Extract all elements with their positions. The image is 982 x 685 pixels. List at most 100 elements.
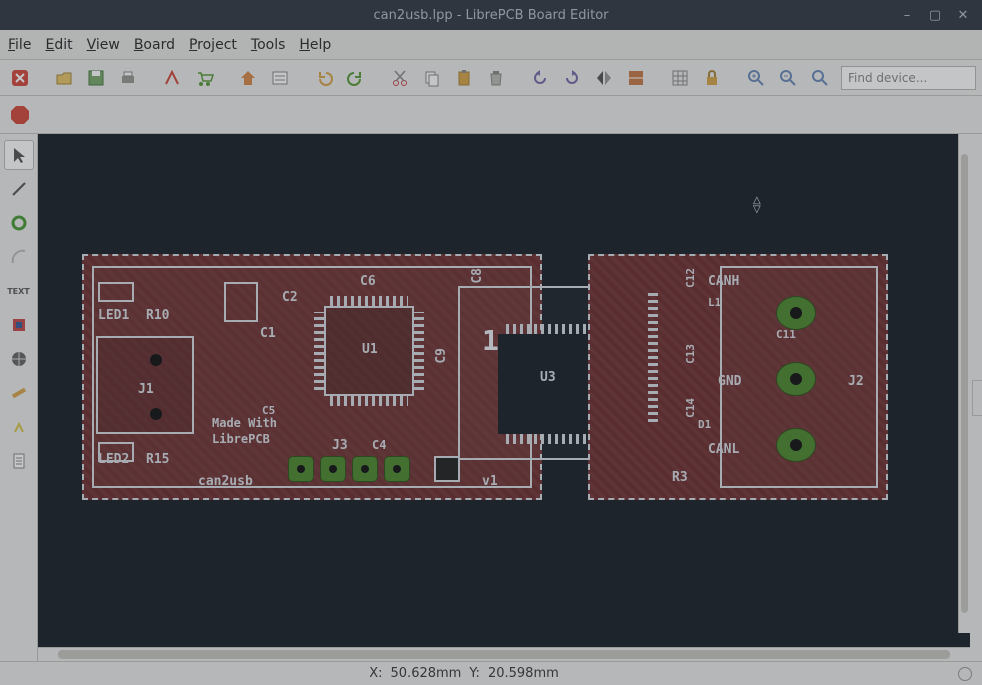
canvas-wrap: U1 J1 J3 LED1 R10 bbox=[38, 134, 982, 661]
j3-h3 bbox=[361, 465, 369, 473]
ref-c13: C13 bbox=[684, 344, 697, 364]
ref-r3: R3 bbox=[672, 470, 688, 485]
coord-x-value: 50.628mm bbox=[391, 666, 462, 681]
open-button[interactable] bbox=[50, 64, 78, 92]
order-button[interactable] bbox=[190, 64, 218, 92]
u3-pins-bot bbox=[506, 434, 590, 444]
menu-board[interactable]: Board bbox=[134, 37, 175, 53]
rotate-ccw-button[interactable] bbox=[526, 64, 554, 92]
ref-r15: R15 bbox=[146, 452, 169, 467]
grid-button[interactable] bbox=[666, 64, 694, 92]
pcb-board-right: CANH GND CANL C12 L1 C11 C13 C14 D1 R3 J… bbox=[588, 254, 888, 500]
undo-button[interactable] bbox=[310, 64, 338, 92]
u1-pins-bot bbox=[330, 396, 408, 406]
ref-gnd: GND bbox=[718, 374, 741, 389]
ref-canh: CANH bbox=[708, 274, 739, 289]
small-chip bbox=[434, 456, 460, 482]
via-tool[interactable] bbox=[4, 310, 34, 340]
menu-help[interactable]: Help bbox=[299, 37, 331, 53]
ref-u1: U1 bbox=[362, 342, 378, 357]
zoom-in-button[interactable] bbox=[742, 64, 770, 92]
j1-hole2 bbox=[150, 408, 162, 420]
u1-pins-right bbox=[414, 312, 424, 390]
board-name: can2usb bbox=[198, 474, 253, 489]
ref-u3: U3 bbox=[540, 370, 556, 385]
coord-y-value: 20.598mm bbox=[488, 666, 559, 681]
board-canvas[interactable]: U1 J1 J3 LED1 R10 bbox=[38, 134, 970, 647]
menu-file[interactable]: File bbox=[8, 37, 31, 53]
left-toolbar: TEXT bbox=[0, 134, 38, 661]
menu-project[interactable]: Project bbox=[189, 37, 237, 53]
coordinates-readout: X: 50.628mm Y: 20.598mm bbox=[369, 666, 559, 681]
ref-r10: R10 bbox=[146, 308, 169, 323]
u3-pins-top bbox=[506, 324, 590, 334]
print-button[interactable] bbox=[114, 64, 142, 92]
j3-h1 bbox=[297, 465, 305, 473]
ref-c8: C8 bbox=[470, 268, 485, 284]
resize-handle-icon[interactable] bbox=[958, 667, 972, 681]
u1-pins-left bbox=[314, 312, 324, 390]
close-icon[interactable]: ✕ bbox=[954, 8, 972, 23]
ref-j2: J2 bbox=[848, 374, 864, 389]
minimize-icon[interactable]: – bbox=[898, 8, 916, 23]
ref-c9: C9 bbox=[434, 348, 449, 364]
select-tool[interactable] bbox=[4, 140, 34, 170]
coord-y-label: Y: bbox=[469, 666, 480, 681]
ref-d1: D1 bbox=[698, 418, 711, 431]
j3-h4 bbox=[393, 465, 401, 473]
ref-j3: J3 bbox=[332, 438, 348, 453]
redo-button[interactable] bbox=[342, 64, 370, 92]
trace-tool[interactable] bbox=[4, 378, 34, 408]
export-button[interactable] bbox=[158, 64, 186, 92]
line-tool[interactable] bbox=[4, 174, 34, 204]
ref-j1: J1 bbox=[138, 382, 154, 397]
main-toolbar: Find device... bbox=[0, 60, 982, 96]
circle-tool[interactable] bbox=[4, 208, 34, 238]
search-placeholder: Find device... bbox=[848, 71, 927, 85]
drc-tool[interactable] bbox=[4, 446, 34, 476]
plane-tool[interactable] bbox=[4, 344, 34, 374]
coord-x-label: X: bbox=[369, 666, 382, 681]
menu-tools[interactable]: Tools bbox=[251, 37, 286, 53]
flip-h-button[interactable] bbox=[590, 64, 618, 92]
u1-pins-top bbox=[330, 296, 408, 306]
ref-c4: C4 bbox=[372, 438, 386, 452]
split-cursor-icon: △ ▽ bbox=[753, 196, 761, 214]
text-tool[interactable]: TEXT bbox=[4, 276, 34, 306]
horizontal-scrollbar[interactable] bbox=[38, 647, 970, 661]
search-input[interactable]: Find device... bbox=[841, 66, 976, 90]
ref-canl: CANL bbox=[708, 442, 739, 457]
save-button[interactable] bbox=[82, 64, 110, 92]
zoom-fit-button[interactable] bbox=[806, 64, 834, 92]
led1-outline bbox=[98, 282, 134, 302]
made-with-1: Made With bbox=[212, 416, 277, 430]
menu-edit[interactable]: Edit bbox=[45, 37, 72, 53]
cut-button[interactable] bbox=[386, 64, 414, 92]
copy-button[interactable] bbox=[418, 64, 446, 92]
workspace: TEXT bbox=[0, 134, 982, 661]
zoom-out-button[interactable] bbox=[774, 64, 802, 92]
c-block bbox=[224, 282, 258, 322]
flip-v-button[interactable] bbox=[622, 64, 650, 92]
menubar: File Edit View Board Project Tools Help bbox=[0, 30, 982, 60]
schematic-button[interactable] bbox=[266, 64, 294, 92]
right-panel-handle[interactable] bbox=[972, 380, 982, 416]
titlebar: can2usb.lpp - LibrePCB Board Editor – ▢ … bbox=[0, 0, 982, 30]
net-tool[interactable] bbox=[4, 412, 34, 442]
arc-tool[interactable] bbox=[4, 242, 34, 272]
stop-icon[interactable] bbox=[6, 101, 34, 129]
j1-hole1 bbox=[150, 354, 162, 366]
close-project-button[interactable] bbox=[6, 64, 34, 92]
menu-view[interactable]: View bbox=[87, 37, 120, 53]
delete-button[interactable] bbox=[482, 64, 510, 92]
lock-button[interactable] bbox=[698, 64, 726, 92]
ref-l1: L1 bbox=[708, 296, 721, 309]
maximize-icon[interactable]: ▢ bbox=[926, 8, 944, 23]
ref-v1: v1 bbox=[482, 474, 498, 489]
home-button[interactable] bbox=[234, 64, 262, 92]
statusbar: X: 50.628mm Y: 20.598mm bbox=[0, 661, 982, 685]
vertical-scrollbar[interactable] bbox=[958, 134, 970, 633]
paste-button[interactable] bbox=[450, 64, 478, 92]
rotate-cw-button[interactable] bbox=[558, 64, 586, 92]
ref-c2: C2 bbox=[282, 290, 298, 305]
